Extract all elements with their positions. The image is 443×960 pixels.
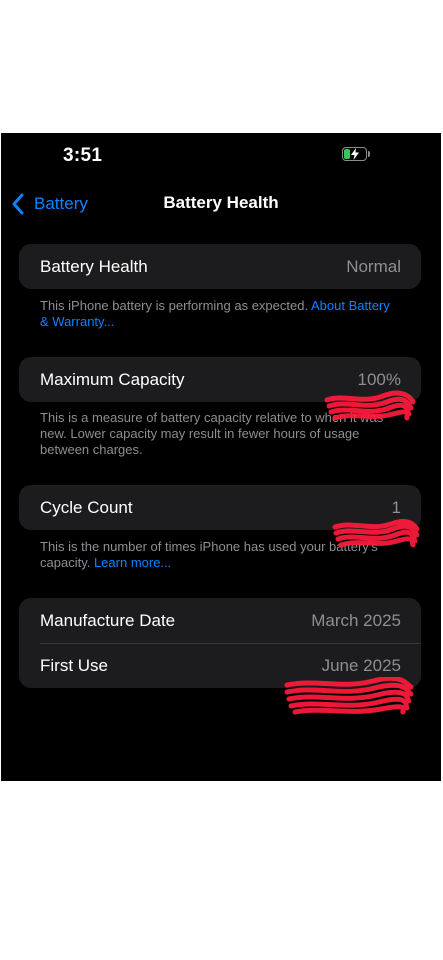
page-title: Battery Health	[163, 193, 279, 212]
battery-health-footer-text: This iPhone battery is performing as exp…	[40, 298, 311, 313]
status-time: 3:51	[63, 145, 103, 166]
battery-health-row: Battery Health Normal	[19, 244, 421, 289]
cycle-count-label: Cycle Count	[40, 497, 133, 517]
battery-charging-icon	[342, 147, 370, 161]
cycle-count-row: Cycle Count 1	[19, 485, 421, 530]
first-use-label: First Use	[40, 655, 108, 675]
maximum-capacity-value: 100%	[357, 369, 401, 389]
first-use-row: First Use June 2025	[19, 643, 421, 688]
battery-health-group: Battery Health Normal	[19, 244, 421, 289]
maximum-capacity-row: Maximum Capacity 100%	[19, 357, 421, 402]
cycle-count-group: Cycle Count 1	[19, 485, 421, 530]
maximum-capacity-group: Maximum Capacity 100%	[19, 357, 421, 402]
maximum-capacity-footer: This is a measure of battery capacity re…	[40, 410, 384, 457]
first-use-value: June 2025	[321, 655, 401, 675]
manufacture-date-label: Manufacture Date	[40, 610, 176, 630]
manufacture-date-row: Manufacture Date March 2025	[19, 598, 421, 643]
dates-group: Manufacture Date March 2025 First Use Ju…	[19, 598, 421, 688]
learn-more-link[interactable]: Learn more...	[94, 555, 171, 570]
battery-health-value: Normal	[346, 256, 401, 276]
manufacture-date-value: March 2025	[311, 610, 401, 630]
cycle-count-value: 1	[391, 497, 401, 517]
maximum-capacity-label: Maximum Capacity	[40, 369, 185, 389]
cycle-count-footer-text: This is the number of times iPhone has u…	[40, 539, 378, 570]
battery-health-label: Battery Health	[40, 256, 148, 276]
cycle-count-footer: This is the number of times iPhone has u…	[40, 539, 400, 571]
battery-health-footer: This iPhone battery is performing as exp…	[40, 298, 400, 330]
phone-screen: 3:51 Battery Battery Health Battery Heal…	[1, 133, 441, 781]
